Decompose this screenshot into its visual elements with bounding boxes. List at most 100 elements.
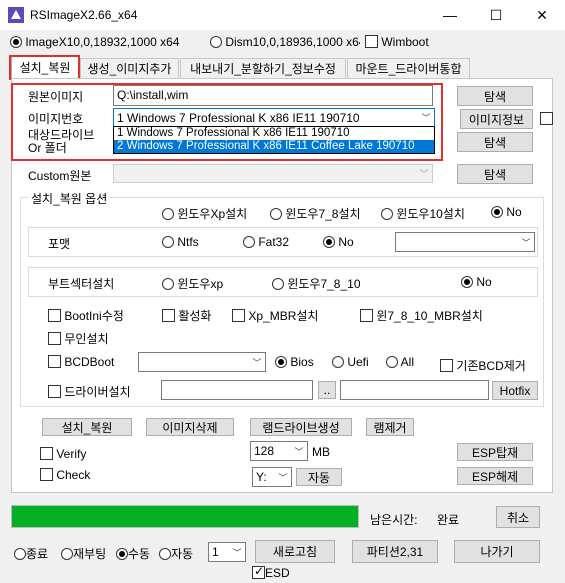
uefi-radio[interactable] — [332, 356, 344, 368]
chevron-down-icon[interactable]: ﹀ — [249, 353, 265, 371]
esp-unmount-button[interactable]: ESP해제 — [457, 467, 533, 485]
mode-shutdown-radio[interactable] — [14, 548, 26, 560]
os-xp-radio[interactable] — [162, 208, 174, 220]
custom-source-select[interactable]: ﹀ — [113, 164, 433, 183]
os-option-no[interactable]: No — [491, 205, 522, 219]
os-option-78[interactable]: 윈도우7_8설치 — [270, 205, 361, 222]
auto-button[interactable]: 자동 — [296, 468, 342, 486]
activate-option[interactable]: 활성화 — [162, 307, 211, 324]
wimboot-option[interactable]: Wimboot — [365, 35, 429, 49]
win7810-mbr-option[interactable]: 윈7_8_10_MBR설치 — [360, 307, 483, 324]
esd-option[interactable]: ESD — [252, 564, 290, 580]
maximize-button[interactable]: ☐ — [473, 0, 519, 30]
os-no-radio[interactable] — [491, 206, 503, 218]
mode-manual-option[interactable]: 수동 — [116, 545, 150, 562]
close-button[interactable]: ✕ — [519, 0, 565, 30]
drive-letter-select[interactable]: Y: ﹀ — [252, 467, 292, 487]
format-option-ntfs[interactable]: Ntfs — [162, 235, 199, 249]
bcdboot-option[interactable]: BCDBoot — [48, 355, 114, 369]
remove-bcd-checkbox[interactable] — [440, 359, 453, 372]
bios-radio[interactable] — [275, 356, 287, 368]
format-fat32-radio[interactable] — [243, 236, 255, 248]
bootsector-xp-radio[interactable] — [162, 278, 174, 290]
ram-remove-button[interactable]: 램제거 — [366, 418, 414, 436]
format-select[interactable]: ﹀ — [395, 232, 535, 252]
win7810-mbr-checkbox[interactable] — [360, 309, 373, 322]
exit-button[interactable]: 나가기 — [454, 540, 540, 563]
chevron-down-icon[interactable]: ﹀ — [291, 442, 307, 460]
verify-option[interactable]: Verify — [40, 447, 86, 461]
unattended-option[interactable]: 무인설치 — [48, 330, 109, 347]
all-radio[interactable] — [386, 356, 398, 368]
mode-auto-radio[interactable] — [159, 548, 171, 560]
bootsector-option-no[interactable]: No — [461, 275, 492, 289]
refresh-button[interactable]: 새로고침 — [255, 540, 335, 563]
chevron-down-icon[interactable]: ﹀ — [518, 233, 534, 251]
os-option-xp[interactable]: 윈도우Xp설치 — [162, 205, 247, 222]
bcdboot-checkbox[interactable] — [48, 355, 61, 368]
cancel-button[interactable]: 취소 — [496, 506, 540, 528]
bootsector-option-7810[interactable]: 윈도우7_8_10 — [272, 275, 361, 292]
ramdrive-create-button[interactable]: 램드라이브생성 — [250, 418, 352, 436]
image-info-checkbox[interactable] — [540, 112, 553, 125]
esd-checkbox[interactable] — [252, 564, 265, 579]
check-checkbox[interactable] — [40, 468, 53, 481]
activate-checkbox[interactable] — [162, 309, 175, 322]
os-option-10[interactable]: 윈도우10설치 — [381, 205, 465, 222]
mode-auto-option[interactable]: 자동 — [159, 545, 193, 562]
xp-mbr-checkbox[interactable] — [232, 309, 245, 322]
tab-export-split-info[interactable]: 내보내기_분할하기_정보수정 — [180, 58, 346, 78]
bootsector-7810-radio[interactable] — [272, 278, 284, 290]
all-option[interactable]: All — [386, 355, 414, 369]
bios-option[interactable]: Bios — [275, 355, 314, 369]
format-ntfs-radio[interactable] — [162, 236, 174, 248]
image-info-button[interactable]: 이미지정보 — [460, 109, 533, 129]
unattended-checkbox[interactable] — [48, 332, 61, 345]
bootsector-option-xp[interactable]: 윈도우xp — [162, 275, 223, 292]
install-restore-button[interactable]: 설치_복원 — [42, 418, 132, 436]
chevron-down-icon[interactable]: ﹀ — [229, 543, 245, 561]
xp-mbr-option[interactable]: Xp_MBR설치 — [232, 307, 318, 324]
wimboot-checkbox[interactable] — [365, 35, 378, 48]
format-no-radio[interactable] — [323, 236, 335, 248]
mode-reboot-option[interactable]: 재부팅 — [61, 545, 106, 562]
minimize-button[interactable]: — — [427, 0, 473, 30]
delete-image-button[interactable]: 이미지삭제 — [146, 418, 234, 436]
browse-custom-button[interactable]: 탐색 — [457, 164, 533, 184]
esp-mount-button[interactable]: ESP탑재 — [457, 443, 533, 461]
hotfix-button[interactable]: Hotfix — [492, 381, 538, 400]
uefi-option[interactable]: Uefi — [332, 355, 369, 369]
mode-reboot-radio[interactable] — [61, 548, 73, 560]
chevron-down-icon[interactable]: ﹀ — [275, 468, 291, 486]
driver-browse-button[interactable]: .. — [318, 381, 336, 399]
dism-option[interactable]: Dism10,0,18936,1000 x64 — [210, 35, 360, 49]
browse-source-button[interactable]: 탐색 — [457, 86, 533, 106]
format-option-no[interactable]: No — [323, 235, 354, 249]
driver-path-input[interactable] — [161, 380, 313, 400]
browse-target-button[interactable]: 탐색 — [457, 132, 533, 152]
hotfix-path-input[interactable] — [340, 380, 489, 400]
imagex-radio[interactable] — [10, 36, 22, 48]
driver-install-checkbox[interactable] — [48, 385, 61, 398]
bootini-option[interactable]: BootIni수정 — [48, 307, 124, 324]
count-select[interactable]: 1 ﹀ — [208, 542, 246, 562]
ram-size-select[interactable]: 128 ﹀ — [250, 441, 308, 461]
dism-radio[interactable] — [210, 36, 222, 48]
mode-manual-radio[interactable] — [116, 548, 128, 560]
chevron-down-icon[interactable]: ﹀ — [416, 165, 432, 182]
check-option[interactable]: Check — [40, 468, 90, 482]
bootini-checkbox[interactable] — [48, 309, 61, 322]
format-option-fat32[interactable]: Fat32 — [243, 235, 289, 249]
partition-button[interactable]: 파티션2,31 — [352, 540, 438, 563]
os-78-radio[interactable] — [270, 208, 282, 220]
driver-install-option[interactable]: 드라이버설치 — [48, 383, 131, 400]
remove-bcd-option[interactable]: 기존BCD제거 — [440, 357, 526, 374]
bcdboot-select[interactable]: ﹀ — [138, 352, 266, 372]
mode-shutdown-option[interactable]: 종료 — [14, 545, 48, 562]
tab-mount-driver[interactable]: 마운트_드라이버통합 — [347, 58, 470, 78]
bootsector-no-radio[interactable] — [461, 276, 473, 288]
verify-checkbox[interactable] — [40, 447, 53, 460]
tab-create-append[interactable]: 생성_이미지추가 — [80, 58, 179, 78]
imagex-option[interactable]: ImageX10,0,18932,1000 x64 — [10, 35, 179, 49]
os-10-radio[interactable] — [381, 208, 393, 220]
